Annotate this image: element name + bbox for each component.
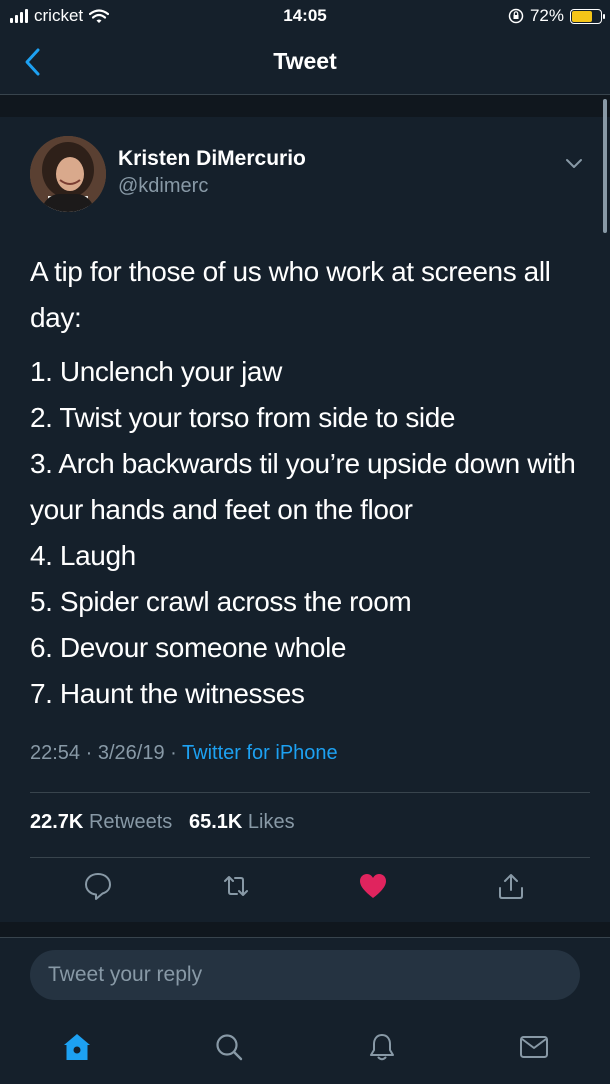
search-icon[interactable] [213,1031,245,1063]
battery-icon [570,8,605,24]
notifications-icon[interactable] [366,1031,398,1063]
scrollbar[interactable] [603,99,607,233]
composer-separator [0,922,610,938]
meta-separator: · [85,742,93,764]
status-bar: cricket 14:05 72% [0,0,610,32]
tweet-line: 6. Devour someone whole [30,632,347,663]
tweet-source-link[interactable]: Twitter for iPhone [182,742,338,764]
rotation-lock-icon [508,8,524,24]
share-icon[interactable] [496,871,526,901]
home-icon[interactable] [61,1031,93,1063]
tweet-date: 3/26/19 [97,742,165,764]
divider [30,792,590,793]
divider [30,857,590,858]
page-title: Tweet [273,48,337,74]
messages-icon[interactable] [518,1031,550,1063]
retweets-label: Retweets [88,811,173,833]
nav-bar: Tweet [0,32,610,95]
avatar-image [30,136,106,212]
header-separator [0,95,610,117]
divider [0,937,610,938]
tweet-line: 7. Haunt the witnesses [30,678,305,709]
likes-count: 65.1K [188,811,243,833]
tweet-text: A tip for those of us who work at screen… [30,249,590,717]
reply-icon[interactable] [83,871,113,901]
status-right-group: 72% [508,6,605,26]
tweet-stats: 22.7K Retweets 65.1K Likes [30,811,295,834]
author-handle[interactable]: @kdimerc [118,175,208,198]
avatar[interactable] [30,136,106,212]
retweet-icon[interactable] [221,871,251,901]
tweet-line: 1. Unclench your jaw [30,356,282,387]
tweet-line: 4. Laugh [30,540,136,571]
tweet-line: 3. Arch backwards til you’re upside down… [30,448,576,525]
like-icon[interactable] [358,871,388,901]
chevron-down-icon[interactable] [562,154,586,172]
tweet-meta: 22:54 · 3/26/19 · Twitter for iPhone [30,742,338,765]
author-name[interactable]: Kristen DiMercurio [118,147,306,171]
retweets-count: 22.7K [30,811,84,833]
likes-stat[interactable]: 65.1K Likes [189,811,295,833]
tweet-line: 2. Twist your torso from side to side [30,402,456,433]
likes-label: Likes [247,811,295,833]
battery-percent: 72% [529,6,564,25]
retweets-stat[interactable]: 22.7K Retweets [30,811,172,833]
meta-separator: · [170,742,177,764]
tweet-line: 5. Spider crawl across the room [30,586,412,617]
tweet-intro: A tip for those of us who work at screen… [30,256,551,333]
tweet-time: 22:54 [30,742,81,764]
battery-level [572,10,592,22]
reply-input[interactable] [30,950,580,1000]
